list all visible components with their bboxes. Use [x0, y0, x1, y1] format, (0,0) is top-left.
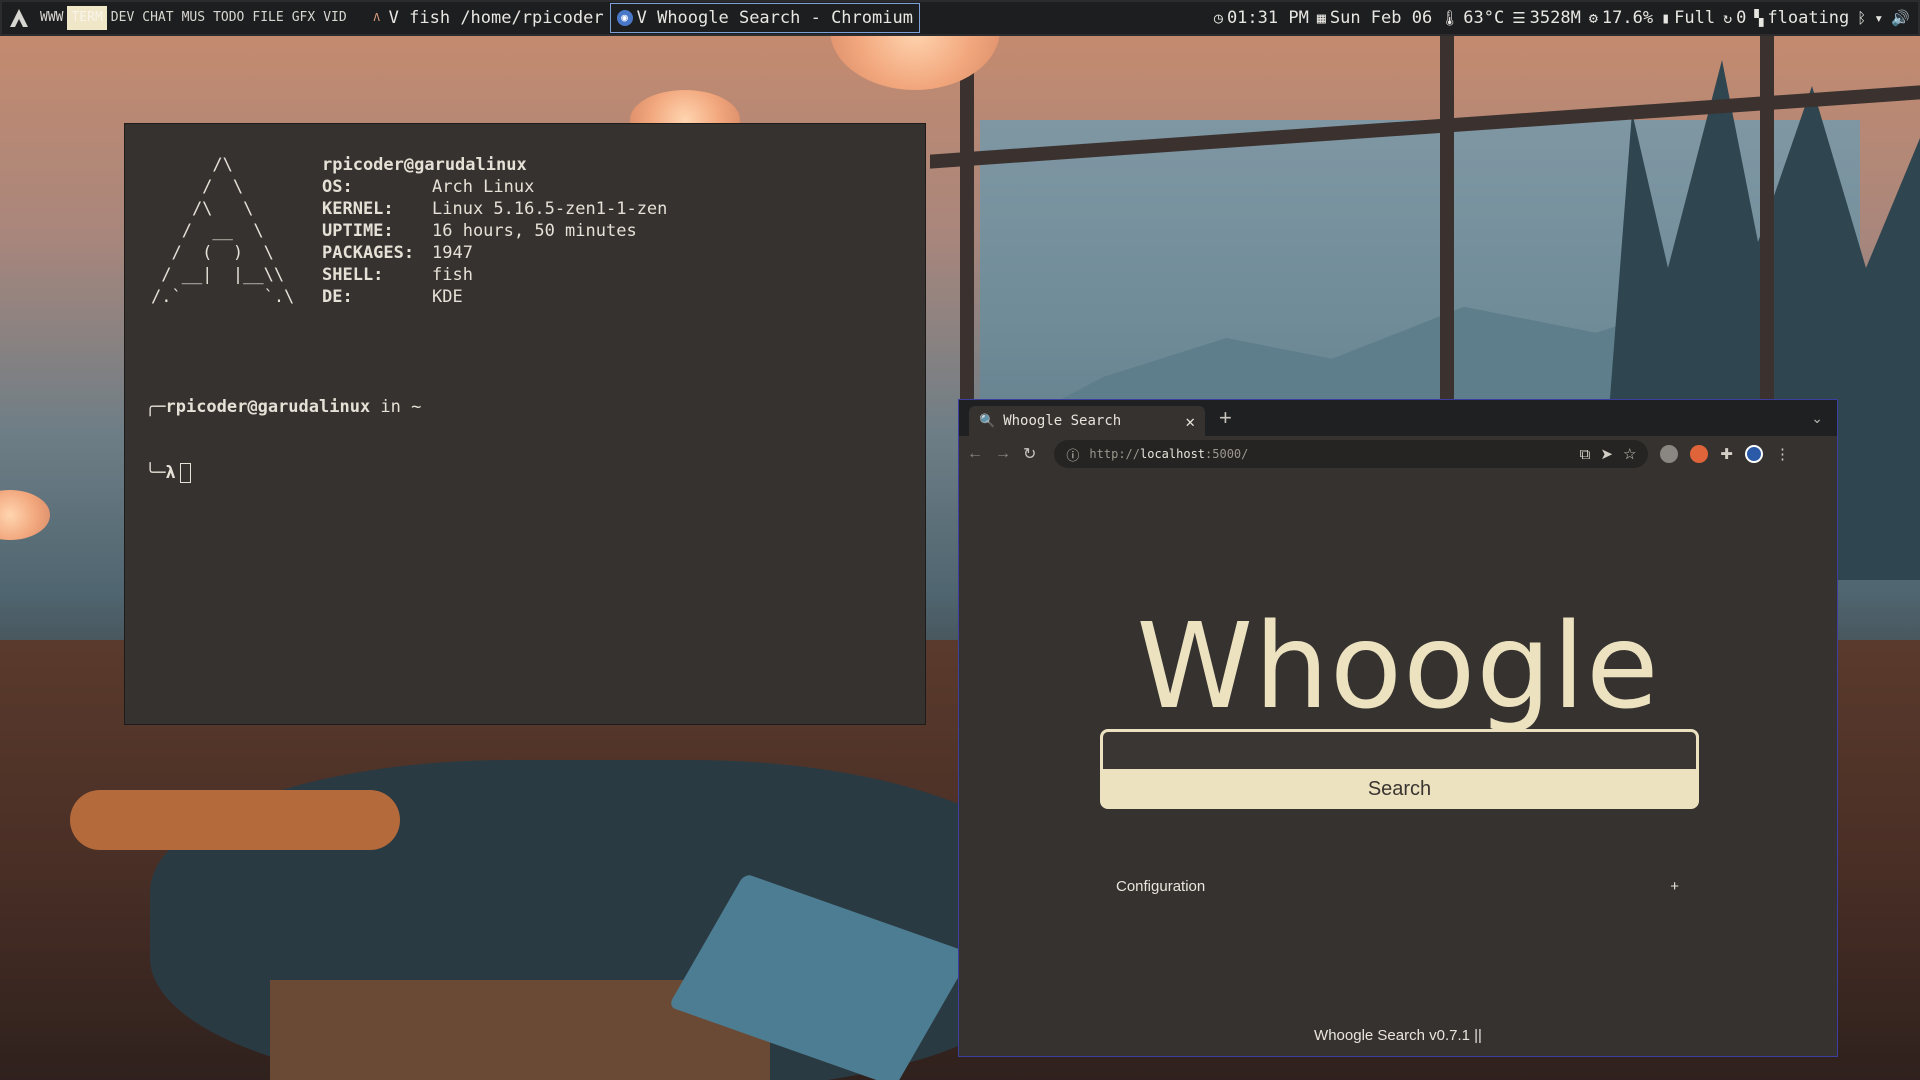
layout-icon: ▚	[1754, 9, 1764, 27]
search-icon: 🔍	[979, 413, 996, 429]
search-input[interactable]	[1100, 729, 1699, 769]
volume-icon[interactable]: 🔊	[1891, 9, 1910, 27]
status-area: ◷ 01:31 PM ▦ Sun Feb 06 🌡 63°C ☰ 3528M ⚙ 17.6…	[1214, 2, 1910, 34]
forward-icon[interactable]: →	[995, 445, 1011, 463]
chromium-icon: ◉	[616, 10, 633, 26]
back-icon[interactable]: ←	[967, 445, 983, 463]
tab-whoogle[interactable]: 🔍 Whoogle Search ✕	[969, 406, 1205, 436]
info-icon[interactable]: ⓘ	[1066, 445, 1079, 464]
workspace-term[interactable]: TERM	[67, 6, 107, 30]
clock-icon: ◷	[1213, 9, 1223, 27]
workspace-gfx[interactable]: GFX	[288, 6, 319, 30]
workspace-www[interactable]: WWW	[36, 6, 67, 30]
garuda-logo-icon[interactable]	[2, 1, 36, 35]
fetch-row: OS: Arch Linux	[322, 177, 535, 197]
search-button[interactable]: Search	[1100, 769, 1699, 809]
reload-icon[interactable]: ↻	[1023, 444, 1036, 464]
footer-version: Whoogle Search v0.7.1 ||	[1314, 1027, 1482, 1044]
memory-icon: ☰	[1512, 9, 1526, 27]
address-bar[interactable]: ⓘ http://localhost:5000/ ⧉ ➤ ☆	[1054, 440, 1649, 468]
updates-count: 0	[1736, 8, 1747, 28]
workspace-chat[interactable]: CHAT	[138, 6, 177, 30]
fetch-row: UPTIME: 16 hours, 50 minutes	[322, 221, 637, 241]
clock-time: 01:31 PM	[1226, 8, 1309, 28]
updates-icon[interactable]: ↻	[1723, 9, 1732, 27]
shell-prompt[interactable]: ╭─rpicoder@garudalinux in ~ ╰─λ	[145, 352, 421, 528]
layout-mode[interactable]: floating	[1767, 8, 1849, 28]
memory-usage: 3528M	[1529, 8, 1581, 28]
garuda-icon: Λ	[373, 11, 380, 24]
whoogle-page: Whoogle Search Configuration + Whoogle S…	[959, 472, 1837, 1056]
extensions-puzzle-icon[interactable]: ✚	[1720, 445, 1733, 463]
url-text[interactable]: http://localhost:5000/	[1089, 447, 1569, 461]
configuration-label: Configuration	[1116, 878, 1206, 895]
garuda-ascii-logo: /\ / \ /\ \ / __ \ / ( ) \ / __| |__\\ /…	[151, 155, 295, 307]
workspace-mus[interactable]: MUS	[178, 6, 209, 30]
expand-plus-icon[interactable]: +	[1670, 878, 1679, 895]
date-label: Sun Feb 06	[1329, 8, 1433, 28]
prompt-symbol: λ	[165, 463, 176, 483]
open-in-app-icon[interactable]: ⧉	[1580, 446, 1591, 463]
fetch-row: SHELL: fish	[322, 265, 473, 285]
whoogle-logo: Whoogle	[1136, 597, 1660, 735]
temperature: 63°C	[1463, 8, 1505, 28]
profile-avatar-icon[interactable]	[1744, 445, 1763, 463]
bookmark-star-icon[interactable]: ☆	[1623, 445, 1636, 463]
fetch-user-host: rpicoder@garudalinux	[322, 155, 527, 175]
configuration-toggle[interactable]: Configuration +	[1116, 878, 1679, 895]
fetch-row: DE: KDE	[322, 287, 463, 307]
workspace-vid[interactable]: VID	[319, 6, 350, 30]
new-tab-button[interactable]: +	[1219, 405, 1232, 431]
tab-search-chevron-icon[interactable]: ⌄	[1811, 410, 1823, 427]
text-cursor	[179, 463, 191, 483]
close-tab-icon[interactable]: ✕	[1185, 412, 1195, 431]
calendar-icon: ▦	[1316, 9, 1326, 27]
chromium-window[interactable]: 🔍 Whoogle Search ✕ + ⌄ ← → ↻ ⓘ http://lo…	[958, 399, 1838, 1057]
battery-status: Full	[1674, 8, 1716, 28]
tab-title: Whoogle Search	[1003, 413, 1122, 429]
task-chromium-label: V Whoogle Search - Chromium	[636, 8, 913, 28]
system-info: rpicoder@garudalinux OS: Arch Linux KERNE…	[322, 154, 667, 308]
send-icon[interactable]: ➤	[1600, 445, 1613, 463]
workspace-todo[interactable]: TODO	[209, 6, 248, 30]
wifi-icon[interactable]: ▾	[1874, 9, 1883, 27]
workspace-dev[interactable]: DEV	[107, 6, 138, 30]
search-form: Search	[1100, 729, 1699, 809]
prompt-user: rpicoder@garudalinux	[165, 397, 371, 417]
fetch-row: KERNEL: Linux 5.16.5-zen1-1-zen	[322, 199, 668, 219]
terminal-window[interactable]: /\ / \ /\ \ / __ \ / ( ) \ / __| |__\\ /…	[124, 123, 926, 725]
cpu-icon: ⚙	[1588, 9, 1598, 27]
browser-toolbar: ← → ↻ ⓘ http://localhost:5000/ ⧉ ➤ ☆ ✚ ⋮	[959, 436, 1837, 472]
task-terminal-label: V fish /home/rpicoder	[388, 8, 604, 28]
workspace-file[interactable]: FILE	[248, 6, 287, 30]
task-chromium[interactable]: ◉ V Whoogle Search - Chromium	[609, 3, 920, 33]
prompt-in: in	[370, 397, 412, 417]
top-panel: WWW TERM DEV CHAT MUS TODO FILE GFX VID …	[0, 0, 1920, 36]
battery-icon: ▮	[1661, 9, 1671, 27]
extension-mask-icon[interactable]	[1660, 445, 1679, 463]
extension-brave-icon[interactable]	[1690, 445, 1709, 463]
cpu-usage: 17.6%	[1601, 8, 1654, 28]
task-terminal[interactable]: Λ V fish /home/rpicoder	[363, 4, 610, 32]
menu-kebab-icon[interactable]: ⋮	[1775, 445, 1790, 463]
bluetooth-icon[interactable]: ᛒ	[1857, 9, 1866, 27]
thermometer-icon: 🌡	[1440, 9, 1460, 27]
tab-strip: 🔍 Whoogle Search ✕ + ⌄	[959, 400, 1837, 436]
prompt-dir: ~	[411, 397, 422, 417]
fetch-row: PACKAGES: 1947	[322, 243, 473, 263]
